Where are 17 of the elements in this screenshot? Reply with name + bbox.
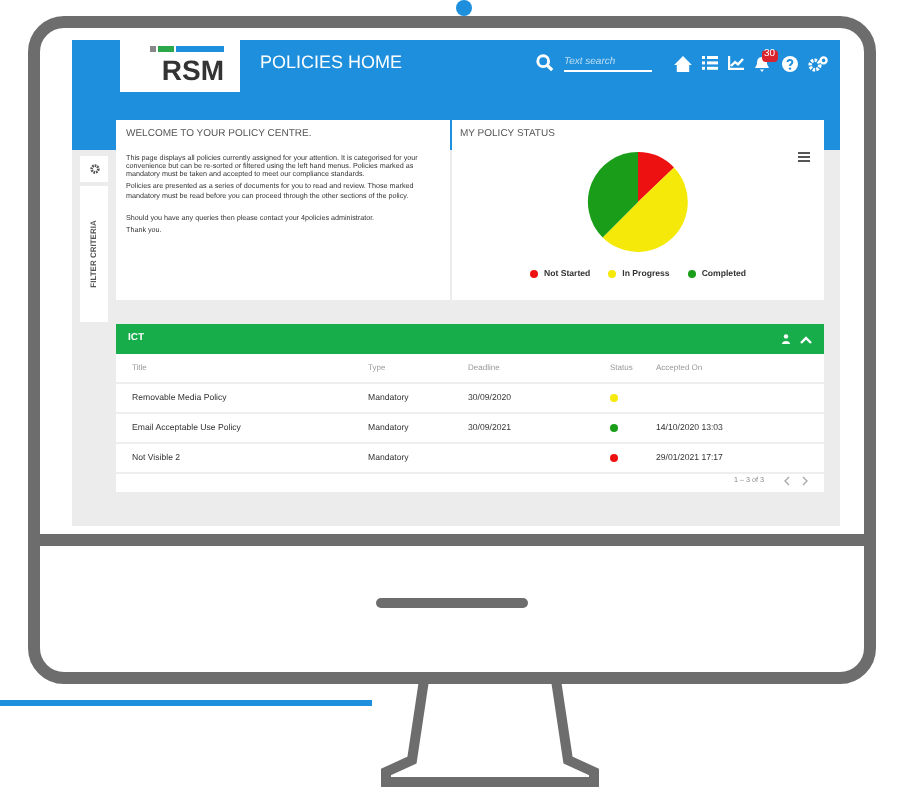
list-icon[interactable] [702, 56, 718, 70]
page-title: POLICIES HOME [260, 50, 403, 76]
menu-icon[interactable] [798, 152, 810, 162]
settings-icon[interactable] [808, 55, 828, 71]
help-icon[interactable] [782, 55, 798, 71]
home-icon[interactable] [674, 55, 692, 71]
chevron-right-icon[interactable] [802, 476, 808, 486]
settings-tab[interactable] [80, 156, 108, 182]
search-icon[interactable] [536, 54, 554, 72]
person-icon[interactable] [782, 334, 790, 344]
chevron-up-icon[interactable] [800, 335, 812, 343]
settings-icon [89, 164, 99, 174]
chevron-left-icon[interactable] [784, 476, 790, 486]
logo[interactable]: RSM [120, 40, 240, 92]
pie-chart-drawing [586, 149, 690, 253]
logo-text: RSM [161, 56, 224, 84]
line-chart-icon[interactable] [728, 56, 744, 70]
